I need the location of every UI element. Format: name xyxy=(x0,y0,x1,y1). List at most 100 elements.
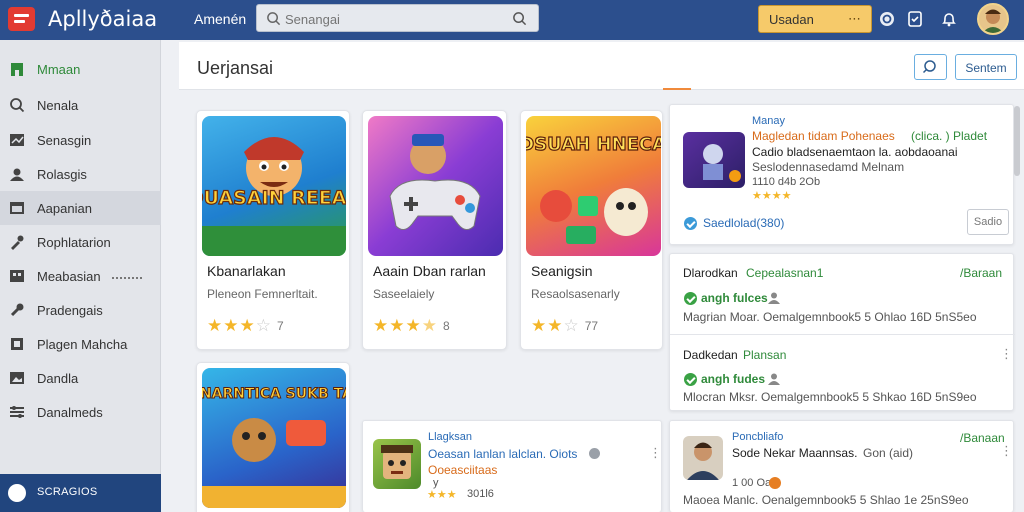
small-app-subtitle: Ooeasciitaas xyxy=(428,463,498,477)
verified-label[interactable]: Saedlolad(380) xyxy=(703,216,784,230)
app-thumbnail xyxy=(368,116,503,256)
app-detail-thumbnail xyxy=(683,132,745,188)
star-icon: ★ xyxy=(389,316,405,335)
sidebar-item-home[interactable]: Mmaan xyxy=(0,52,161,86)
account-icon xyxy=(8,484,26,502)
chart-icon xyxy=(10,134,24,146)
kebab-menu-icon[interactable]: ⋮ xyxy=(649,445,662,461)
help-icon[interactable] xyxy=(878,10,896,28)
sidebar-item-label: Danalmeds xyxy=(37,404,103,420)
robot-art-icon xyxy=(703,144,741,182)
kebab-menu-icon[interactable]: ⋮ xyxy=(1000,443,1013,459)
detail-meta: 1110 d4b 2Ob xyxy=(752,176,821,188)
star-icon: ★ xyxy=(239,316,255,335)
star-icon: ★ xyxy=(223,316,239,335)
small-app-card[interactable]: Llagksan Oeasan lanlan lalclan. Oiots ⋮ … xyxy=(362,420,662,512)
detail-action-button[interactable]: Sadio xyxy=(967,209,1009,235)
star-icon: ★ xyxy=(421,316,437,335)
sidebar-item-roles[interactable]: Rolasgis xyxy=(0,157,161,191)
slider-icon xyxy=(10,406,24,418)
rating-count: 77 xyxy=(584,318,599,333)
review-title-secondary: Plansan xyxy=(743,348,787,362)
sidebar-item-label: Aapanian xyxy=(37,200,92,216)
kebab-menu-icon[interactable]: ⋮ xyxy=(1000,346,1013,362)
sidebar-item-label: Rophlatarion xyxy=(37,234,111,250)
window-icon xyxy=(10,202,24,214)
review-text: Magrian Moar. Oemalgemnbook5 5 Ohlao 16D… xyxy=(683,310,977,324)
review-text: Mlocran Mksr. Oemalgemnbook5 5 Shkao 16D… xyxy=(683,390,977,404)
grid-icon xyxy=(10,270,24,282)
detail-kicker: Poncbliafo xyxy=(732,431,784,443)
detail-title[interactable]: Sode Nekar Maannsas. xyxy=(732,446,857,460)
small-app-title[interactable]: Oeasan lanlan lalclan. Oiots xyxy=(428,447,577,461)
sidebar-item-tools[interactable]: Rophlatarion xyxy=(0,225,161,259)
search-icon xyxy=(10,98,25,113)
detail-title-suffix: Gon (aid) xyxy=(863,446,914,460)
review-list-panel: Dlarodkan Cepealasnan1 /Baraan angh fulc… xyxy=(669,253,1015,411)
app-card[interactable]: DUASAIN REEAS Kbanarlakan Pleneon Femner… xyxy=(196,110,350,350)
link-icon xyxy=(10,303,24,317)
header-action-button[interactable]: Sentem xyxy=(955,54,1017,80)
app-name: Kbanarlakan xyxy=(207,263,286,279)
app-card[interactable]: LEKENARNTICA SUKB TAHAD xyxy=(196,362,350,512)
app-subtitle: Saseelaiely xyxy=(373,287,435,301)
sidebar-footer-label: SCRAGIOS xyxy=(37,486,98,498)
sidebar-item-label: Mmaan xyxy=(37,61,81,77)
user-dropdown-label: Usadan xyxy=(769,12,814,27)
clipboard-icon[interactable] xyxy=(906,10,924,28)
sidebar-footer-button[interactable]: SCRAGIOS xyxy=(0,474,161,512)
sidebar-item-stats[interactable]: Senasgin xyxy=(0,123,161,157)
app-subtitle: Resaolsasenarly xyxy=(531,287,620,301)
search-icon xyxy=(267,12,281,26)
divider xyxy=(670,334,1015,335)
users-icon xyxy=(10,168,24,181)
app-logo-icon[interactable] xyxy=(8,7,35,31)
search-box[interactable] xyxy=(256,4,539,32)
sidebar-item-pages[interactable]: Plagen Mahcha xyxy=(0,327,161,361)
sidebar-item-media-2[interactable]: Dandla xyxy=(0,361,161,395)
sidebar-item-label: Rolasgis xyxy=(37,166,87,182)
sidebar-item-label: Nenala xyxy=(37,97,79,113)
star-icon: ★ xyxy=(405,316,421,335)
star-icon: ☆ xyxy=(563,316,579,335)
detail-title-suffix: (clica. ) Pladet xyxy=(911,129,988,143)
character-art-icon xyxy=(381,445,413,479)
small-app-meta: 301l6 xyxy=(467,488,494,500)
search-input[interactable] xyxy=(285,9,505,29)
app-card[interactable]: Aaain Dban rarlan Saseelaiely ★ ★ ★ ★ 8 xyxy=(362,110,507,350)
search-submit-icon[interactable] xyxy=(512,11,527,26)
top-nav-link[interactable]: Amenén xyxy=(194,11,246,27)
check-icon xyxy=(684,292,697,305)
app-detail-panel-bottom: Poncbliafo Sode Nekar Maannsas. Gon (aid… xyxy=(669,420,1014,512)
detail-kicker: Manay xyxy=(752,115,786,127)
tag-icon xyxy=(11,338,23,350)
sidebar-item-search[interactable]: Nenala xyxy=(0,88,161,122)
review-action-link[interactable]: /Baraan xyxy=(960,266,1002,280)
detail-title[interactable]: Magledan tidam Pohenaes xyxy=(752,129,895,143)
app-detail-panel: Manay Magledan tidam Pohenaes (clica. ) … xyxy=(669,104,1014,245)
sidebar-item-settings[interactable]: Danalmeds xyxy=(0,395,161,429)
sidebar-item-media[interactable]: Meabasian xyxy=(0,259,161,293)
user-avatar[interactable] xyxy=(977,3,1009,35)
more-icon: ⋯ xyxy=(848,11,861,26)
app-thumbnail: LEKENARNTICA SUKB TAHAD xyxy=(202,368,346,508)
app-rating: ★ ★ ★ ★ 8 xyxy=(373,317,450,334)
user-dropdown-button[interactable]: Usadan ⋯ xyxy=(758,5,872,33)
review-badge: angh fulces xyxy=(701,291,768,305)
app-card[interactable]: FADSUAH HNECARS Seanigsin Resaolsasenarl… xyxy=(520,110,663,350)
app-subtitle: Pleneon Femnerltait. xyxy=(207,287,318,301)
scrollbar-thumb[interactable] xyxy=(1014,106,1020,176)
bell-icon[interactable] xyxy=(940,10,958,28)
small-app-stars: ★★★ xyxy=(427,489,457,501)
detail-action-link[interactable]: /Banaan xyxy=(960,431,1005,445)
header-search-button[interactable] xyxy=(914,54,947,80)
thumb-title-3: FADSUAH HNECARS xyxy=(526,134,661,155)
game-art-icon: FADSUAH HNECARS xyxy=(526,133,661,244)
sidebar-item-links[interactable]: Pradengais xyxy=(0,293,161,327)
main-header: Uerjansai Sentem xyxy=(179,42,1024,90)
tool-icon xyxy=(11,235,24,250)
star-icon: ★ xyxy=(207,316,223,335)
sidebar-item-apps[interactable]: Aapanian xyxy=(0,191,161,225)
detail-line: Cadio bladsenaemtaon la. aobdaoanai xyxy=(752,145,958,159)
sidebar: Mmaan Nenala Senasgin Rolasgis Aapanian … xyxy=(0,40,161,512)
